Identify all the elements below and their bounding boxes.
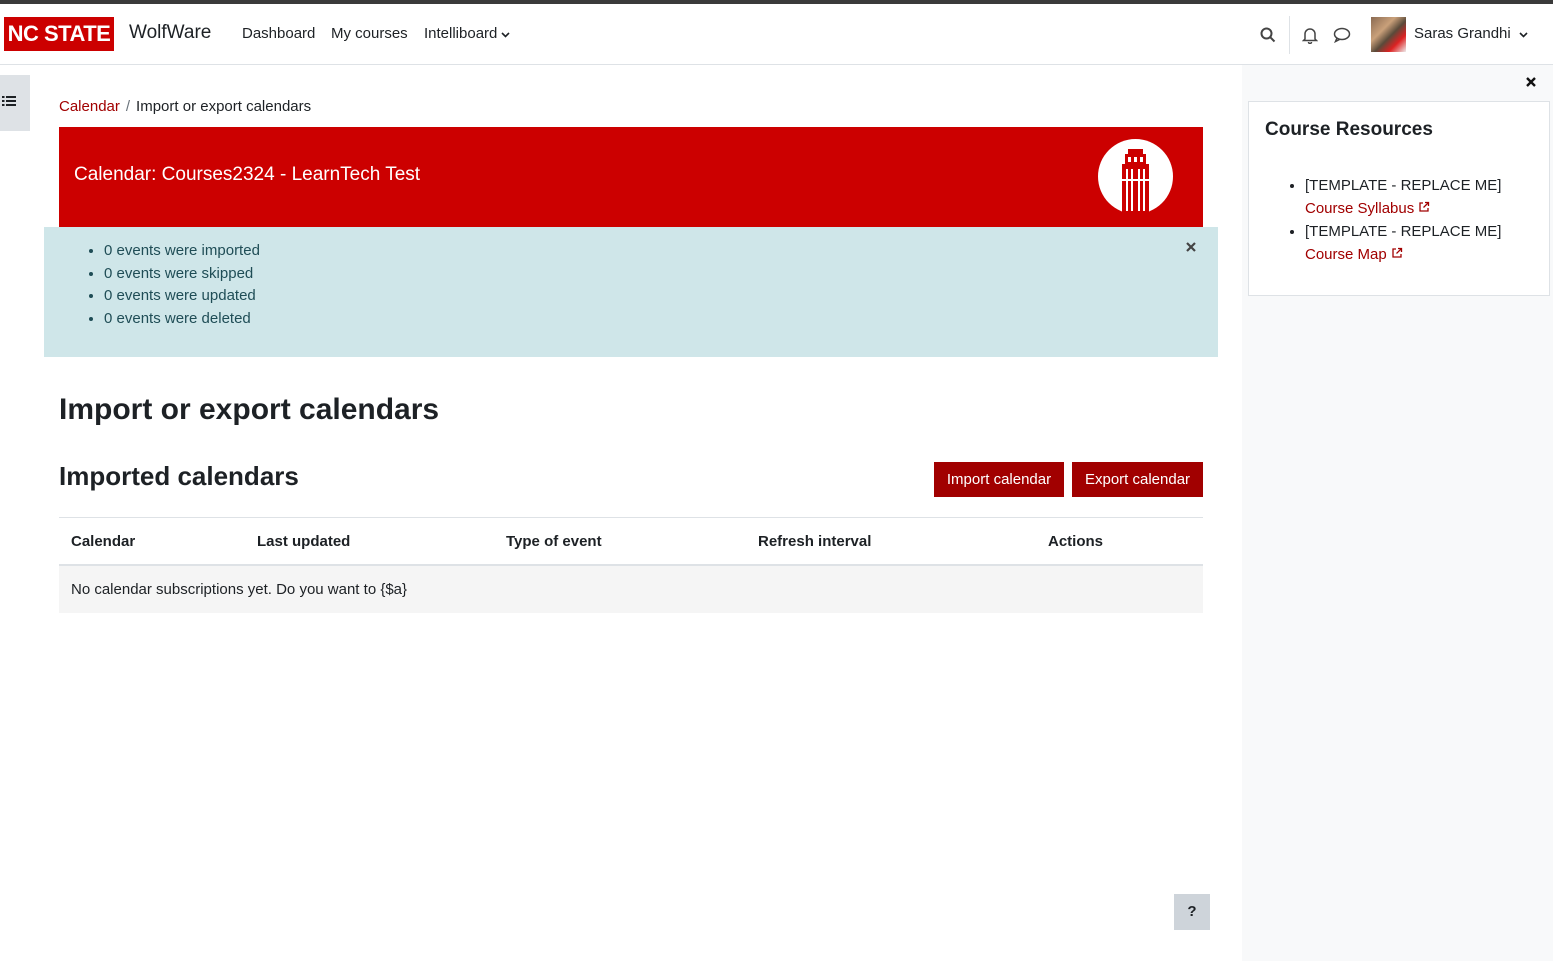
list-icon	[2, 94, 16, 112]
alert-item: 0 events were deleted	[104, 308, 260, 331]
resource-prefix: [TEMPLATE - REPLACE ME]	[1305, 177, 1502, 194]
column-header: Refresh interval	[758, 533, 872, 550]
alert-item: 0 events were updated	[104, 285, 260, 308]
nav-dashboard[interactable]: Dashboard	[242, 25, 315, 42]
export-calendar-button[interactable]: Export calendar	[1072, 462, 1203, 497]
page-header-banner: Calendar: Courses2324 - LearnTech Test	[59, 127, 1203, 227]
subscriptions-table: Calendar Last updated Type of event Refr…	[59, 517, 1203, 613]
avatar[interactable]	[1371, 17, 1406, 52]
list-item: [TEMPLATE - REPLACE ME] Course Map	[1305, 220, 1535, 266]
course-syllabus-link[interactable]: Course Syllabus	[1305, 200, 1430, 217]
alert-list: 0 events were imported 0 events were ski…	[104, 240, 260, 330]
nav-intelliboard-label: Intelliboard	[424, 25, 498, 42]
resource-prefix: [TEMPLATE - REPLACE ME]	[1305, 223, 1502, 240]
column-header: Type of event	[506, 533, 602, 550]
breadcrumb-calendar[interactable]: Calendar	[59, 98, 120, 115]
chevron-down-icon	[1519, 30, 1528, 41]
user-menu[interactable]: Saras Grandhi	[1414, 25, 1528, 42]
column-header: Calendar	[71, 533, 136, 550]
course-map-link[interactable]: Course Map	[1305, 246, 1403, 263]
navbar: NC STATE WolfWare Dashboard My courses I…	[0, 4, 1553, 65]
user-name: Saras Grandhi	[1414, 25, 1511, 42]
course-index-toggle[interactable]	[0, 75, 30, 131]
import-calendar-button[interactable]: Import calendar	[934, 462, 1064, 497]
breadcrumb: Calendar / Import or export calendars	[59, 98, 311, 115]
table-row: No calendar subscriptions yet. Do you wa…	[59, 566, 1203, 613]
help-button[interactable]: ?	[1174, 894, 1210, 930]
table-header: Calendar Last updated Type of event Refr…	[59, 517, 1203, 566]
resource-list: [TEMPLATE - REPLACE ME] Course Syllabus …	[1305, 174, 1535, 266]
breadcrumb-separator: /	[125, 98, 131, 115]
alert-item: 0 events were skipped	[104, 263, 260, 286]
bell-icon[interactable]	[1299, 24, 1321, 46]
close-icon[interactable]	[1524, 75, 1538, 89]
search-icon[interactable]	[1257, 24, 1279, 46]
resource-link-label: Course Syllabus	[1305, 200, 1415, 217]
chevron-down-icon	[501, 30, 510, 41]
resource-link-label: Course Map	[1305, 246, 1387, 263]
course-resources-block: Course Resources [TEMPLATE - REPLACE ME]…	[1248, 101, 1550, 296]
messages-icon[interactable]	[1331, 24, 1353, 46]
close-icon[interactable]	[1184, 240, 1198, 254]
ncstate-logo[interactable]: NC STATE	[4, 17, 114, 51]
import-result-alert: 0 events were imported 0 events were ski…	[44, 227, 1218, 357]
nav-intelliboard[interactable]: Intelliboard	[424, 25, 510, 42]
right-drawer: Course Resources [TEMPLATE - REPLACE ME]…	[1242, 65, 1553, 961]
column-header: Last updated	[257, 533, 351, 550]
empty-message: No calendar subscriptions yet. Do you wa…	[71, 581, 408, 598]
belltower-logo	[1098, 139, 1173, 214]
site-name[interactable]: WolfWare	[129, 22, 211, 44]
page-title: Import or export calendars	[59, 393, 440, 426]
section-title: Imported calendars	[59, 461, 299, 491]
banner-title: Calendar: Courses2324 - LearnTech Test	[74, 164, 421, 185]
block-title: Course Resources	[1265, 119, 1433, 140]
list-item: [TEMPLATE - REPLACE ME] Course Syllabus	[1305, 174, 1535, 220]
nav-my-courses[interactable]: My courses	[331, 25, 408, 42]
nav-divider	[1289, 16, 1290, 54]
column-header: Actions	[1048, 533, 1104, 550]
external-link-icon	[1391, 246, 1403, 263]
alert-item: 0 events were imported	[104, 240, 260, 263]
breadcrumb-current: Import or export calendars	[136, 98, 312, 115]
external-link-icon	[1418, 200, 1430, 217]
